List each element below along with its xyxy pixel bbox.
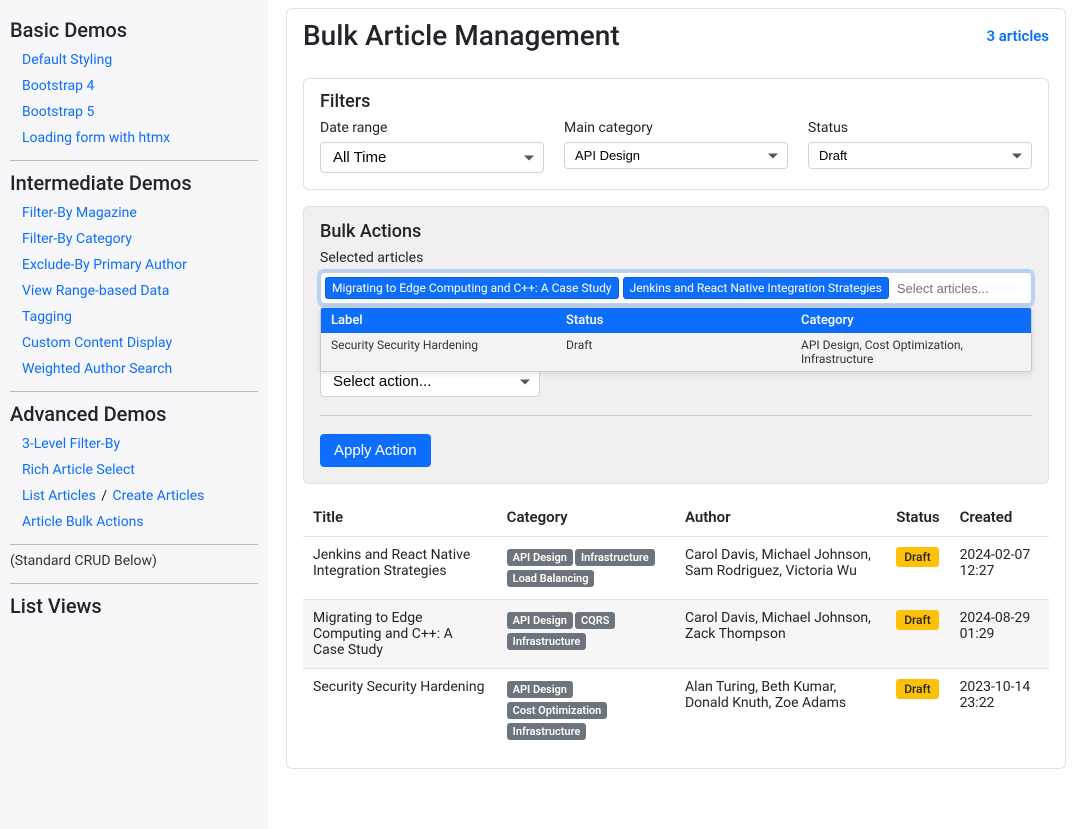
dropdown-header: Label Status Category [321, 308, 1031, 333]
table-row: Security Security Hardening API Design Cos… [303, 669, 1049, 753]
divider [320, 415, 1032, 416]
cell-author: Alan Turing, Beth Kumar, Donald Knuth, Z… [675, 669, 886, 753]
dropdown-col-category: Category [791, 308, 1031, 333]
th-created: Created [950, 498, 1049, 537]
cell-author: Carol Davis, Michael Johnson, Sam Rodrig… [675, 537, 886, 600]
articles-table: Title Category Author Status Created Jen… [303, 498, 1049, 752]
status-select[interactable]: Draft [808, 142, 1032, 169]
category-tag: Infrastructure [575, 549, 655, 566]
separator: / [101, 488, 110, 504]
sidebar: Basic Demos Default Styling Bootstrap 4 … [0, 0, 268, 829]
divider [10, 391, 258, 392]
filters-card: Filters Date range All Time Main categor [303, 78, 1049, 190]
sidebar-group-heading: Intermediate Demos [10, 171, 258, 195]
selected-chip[interactable]: Jenkins and React Native Integration Str… [623, 277, 889, 299]
selected-articles-label: Selected articles [320, 250, 1032, 266]
th-category: Category [497, 498, 675, 537]
sidebar-item-create-articles[interactable]: Create Articles [113, 488, 205, 504]
status-badge: Draft [896, 679, 939, 699]
dropdown-option[interactable]: Security Security Hardening Draft API De… [321, 333, 1031, 371]
status-badge: Draft [896, 547, 939, 567]
date-range-select[interactable]: All Time [320, 142, 544, 173]
category-tag: API Design [507, 681, 573, 698]
sidebar-item-loading-htmx[interactable]: Loading form with htmx [22, 130, 170, 146]
dropdown-col-status: Status [556, 308, 791, 333]
dropdown-option-status: Draft [556, 333, 791, 371]
status-label: Status [808, 120, 1032, 136]
sidebar-item-filter-category[interactable]: Filter-By Category [22, 231, 132, 247]
page-title: Bulk Article Management [303, 19, 620, 52]
cell-title: Migrating to Edge Computing and C++: A C… [303, 600, 497, 669]
sidebar-item-bulk-actions[interactable]: Article Bulk Actions [22, 514, 144, 530]
cell-category: API Design Cost Optimization Infrastructur… [497, 669, 675, 753]
sidebar-group-heading: Basic Demos [10, 18, 258, 42]
bulk-heading: Bulk Actions [304, 207, 1048, 250]
category-tag: Infrastructure [507, 633, 587, 650]
filters-heading: Filters [304, 79, 1048, 120]
page-card: Bulk Article Management 3 articles Filte… [286, 8, 1066, 769]
cell-created: 2023-10-14 23:22 [950, 669, 1049, 753]
sidebar-item-custom-content[interactable]: Custom Content Display [22, 335, 172, 351]
th-author: Author [675, 498, 886, 537]
divider [10, 583, 258, 584]
main-category-select[interactable]: API Design [564, 142, 788, 169]
divider [10, 160, 258, 161]
article-count-link[interactable]: 3 articles [986, 27, 1049, 45]
bulk-actions-card: Bulk Actions Selected articles Migrating… [303, 206, 1049, 484]
sidebar-item-list-articles[interactable]: List Articles [22, 488, 96, 504]
status-badge: Draft [896, 610, 939, 630]
cell-title: Security Security Hardening [303, 669, 497, 753]
sidebar-item-weighted-author[interactable]: Weighted Author Search [22, 361, 172, 377]
th-title: Title [303, 498, 497, 537]
sidebar-group-heading: List Views [10, 594, 258, 618]
category-tag: CQRS [575, 612, 615, 629]
cell-category: API DesignCQRS Infrastructure [497, 600, 675, 669]
cell-created: 2024-02-07 12:27 [950, 537, 1049, 600]
sidebar-item-rich-article[interactable]: Rich Article Select [22, 462, 135, 478]
main-category-label: Main category [564, 120, 788, 136]
divider [10, 544, 258, 545]
category-tag: Infrastructure [507, 723, 587, 740]
selected-articles-input[interactable]: Migrating to Edge Computing and C++: A C… [320, 272, 1032, 304]
selected-chip[interactable]: Migrating to Edge Computing and C++: A C… [325, 277, 619, 299]
table-row: Migrating to Edge Computing and C++: A C… [303, 600, 1049, 669]
table-row: Jenkins and React Native Integration Str… [303, 537, 1049, 600]
sidebar-item-filter-magazine[interactable]: Filter-By Magazine [22, 205, 137, 221]
cell-status: Draft [886, 537, 949, 600]
sidebar-item-default-styling[interactable]: Default Styling [22, 52, 112, 68]
apply-action-button[interactable]: Apply Action [320, 434, 431, 467]
sidebar-item-exclude-author[interactable]: Exclude-By Primary Author [22, 257, 187, 273]
sidebar-item-3level-filter[interactable]: 3-Level Filter-By [22, 436, 120, 452]
article-search-input[interactable] [893, 278, 1027, 299]
article-dropdown: Label Status Category Security Security … [320, 307, 1032, 372]
cell-author: Carol Davis, Michael Johnson, Zack Thomp… [675, 600, 886, 669]
date-range-label: Date range [320, 120, 544, 136]
cell-status: Draft [886, 669, 949, 753]
dropdown-option-category: API Design, Cost Optimization, Infrastru… [791, 333, 1031, 371]
category-tag: Cost Optimization [507, 702, 608, 719]
sidebar-item-bootstrap-4[interactable]: Bootstrap 4 [22, 78, 94, 94]
sidebar-group-heading: Advanced Demos [10, 402, 258, 426]
sidebar-item-bootstrap-5[interactable]: Bootstrap 5 [22, 104, 94, 120]
dropdown-option-label: Security Security Hardening [321, 333, 556, 371]
cell-created: 2024-08-29 01:29 [950, 600, 1049, 669]
category-tag: API Design [507, 612, 573, 629]
sidebar-item-tagging[interactable]: Tagging [22, 309, 72, 325]
category-tag: API Design [507, 549, 573, 566]
th-status: Status [886, 498, 949, 537]
dropdown-col-label: Label [321, 308, 556, 333]
main-content: Bulk Article Management 3 articles Filte… [268, 0, 1084, 829]
category-tag: Load Balancing [507, 570, 595, 587]
cell-category: API DesignInfrastructure Load Balancing [497, 537, 675, 600]
cell-status: Draft [886, 600, 949, 669]
sidebar-item-range-data[interactable]: View Range-based Data [22, 283, 169, 299]
cell-title: Jenkins and React Native Integration Str… [303, 537, 497, 600]
standard-crud-label: (Standard CRUD Below) [10, 553, 258, 569]
